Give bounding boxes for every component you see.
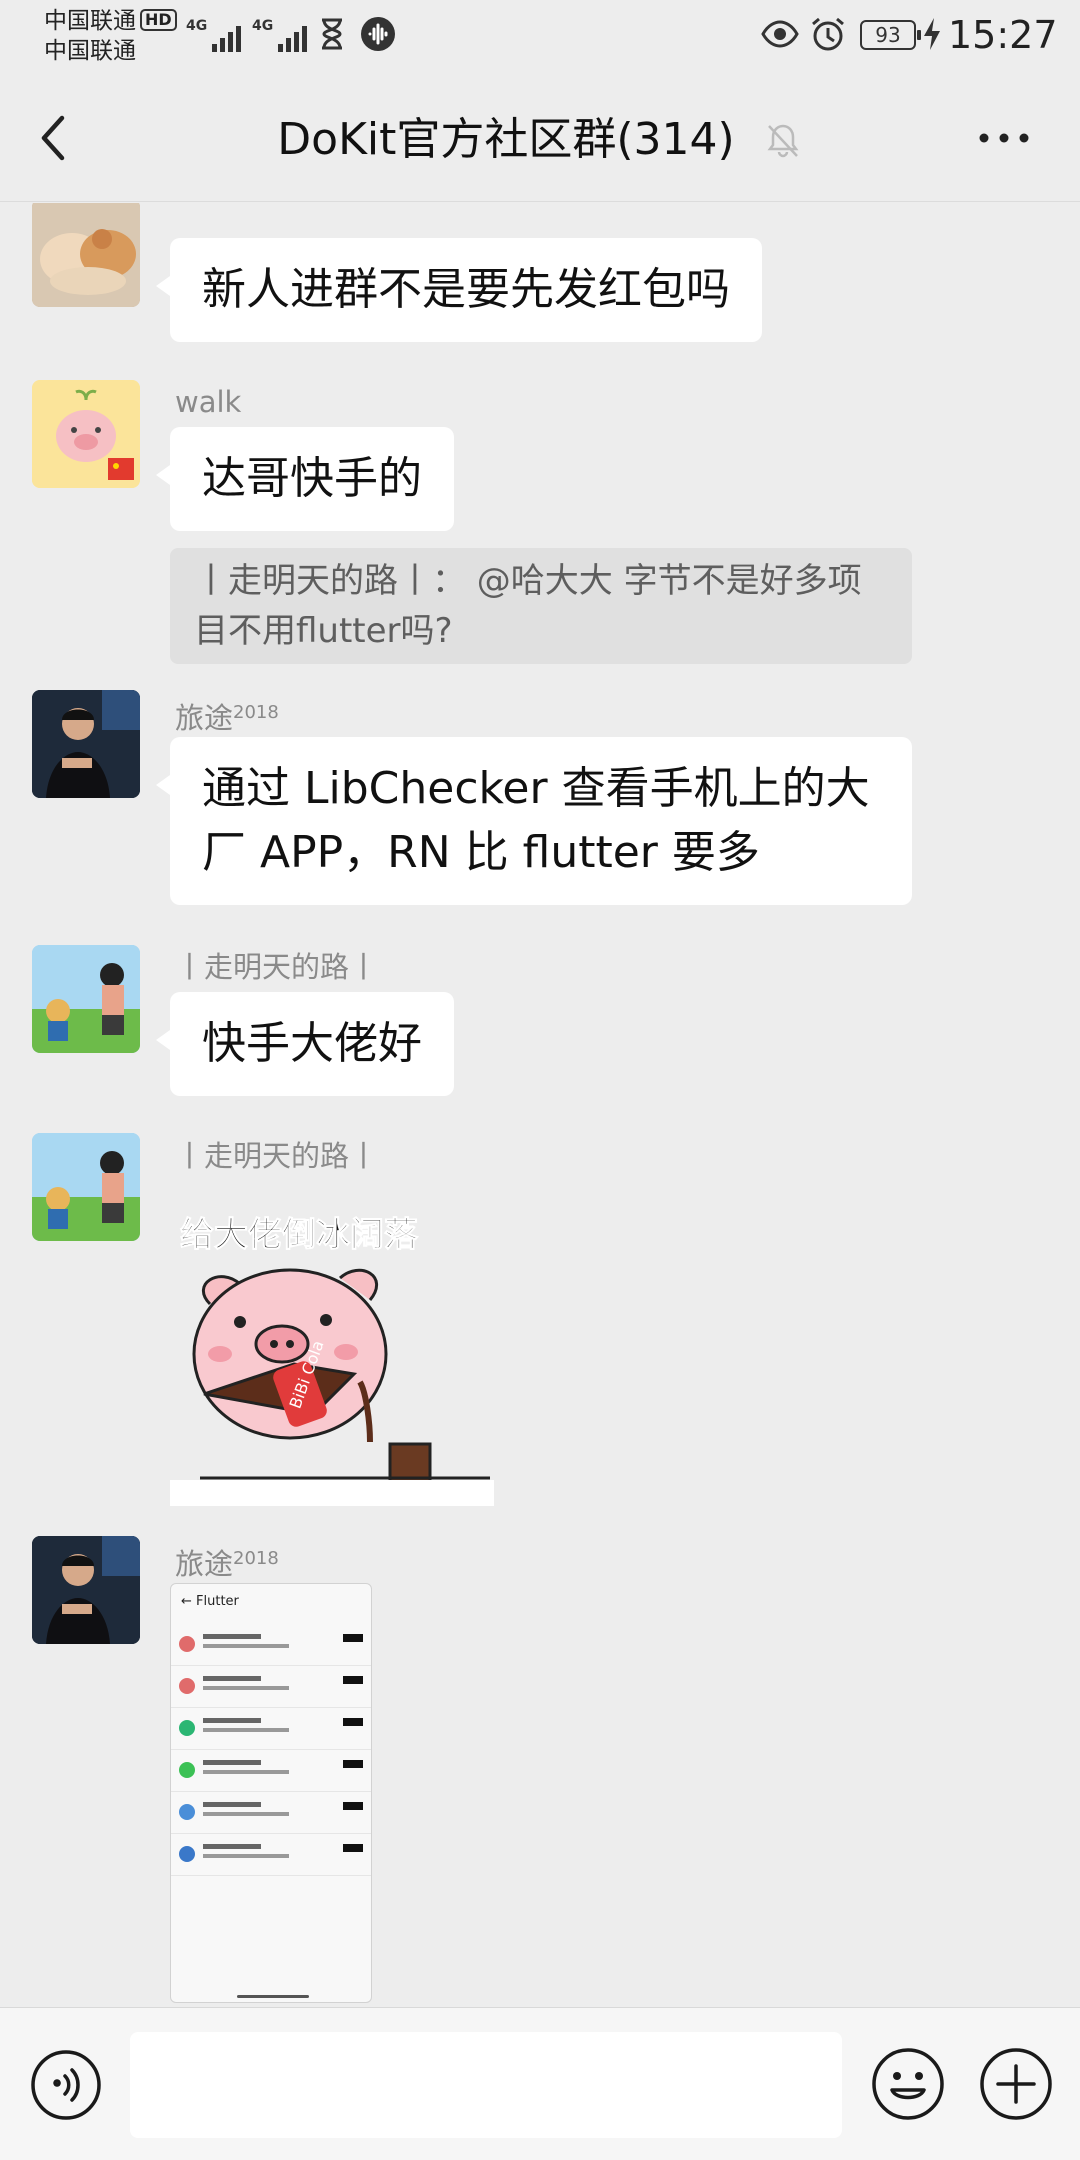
network-2-label: 4G: [252, 18, 274, 34]
signal-1-icon: 4G: [186, 18, 242, 52]
image-row: [171, 1624, 371, 1666]
sender-name-suffix: 2018: [233, 702, 279, 723]
quoted-message[interactable]: 丨走明天的路丨： @哈大大 字节不是好多项目不用flutter吗?: [170, 548, 912, 664]
eye-icon: [761, 20, 799, 48]
carrier-1: 中国联通: [44, 8, 136, 34]
sender-name: 丨走明天的路丨: [175, 1139, 379, 1173]
cartoon-avatar-image: [32, 945, 140, 1053]
avatar[interactable]: [32, 380, 140, 488]
status-bar: 中国联通 HD 中国联通 4G 4G 93 15:27: [0, 0, 1080, 74]
avatar[interactable]: [32, 203, 140, 307]
carrier-2: 中国联通: [44, 38, 136, 64]
sender-name: walk: [175, 385, 242, 419]
image-row: [171, 1708, 371, 1750]
chat-title-bar: DoKit官方社区群(314): [0, 106, 1080, 172]
dog-avatar-image: [32, 203, 140, 307]
carrier-info: 中国联通 HD 中国联通: [44, 6, 177, 66]
network-1-label: 4G: [186, 18, 208, 34]
pig-avatar-image: [32, 380, 140, 488]
sender-name-suffix: 2018: [233, 1548, 279, 1569]
chat-header: DoKit官方社区群(314): [0, 74, 1080, 202]
charging-icon: [924, 18, 940, 50]
chat-title: DoKit官方社区群(314): [277, 114, 735, 165]
message-bubble[interactable]: 达哥快手的: [156, 427, 454, 531]
image-home-indicator: [237, 1995, 309, 1998]
message-bubble[interactable]: 新人进群不是要先发红包吗: [156, 238, 762, 342]
sender-name: 丨走明天的路丨: [175, 950, 379, 984]
image-row: [171, 1834, 371, 1876]
emoji-icon[interactable]: [870, 2046, 946, 2122]
sender-name: 旅途2018: [175, 1541, 279, 1582]
sender-name-text: 旅途: [175, 1547, 234, 1581]
sender-name: 旅途2018: [175, 695, 279, 736]
sticker-message[interactable]: 给大佬倒冰阔落 BiBi Cola: [170, 1204, 494, 1506]
image-message[interactable]: ← Flutter: [170, 1583, 372, 2003]
message-list[interactable]: 新人进群不是要先发红包吗 walk 达哥快手的 丨走明天的路丨： @哈大大 字节…: [0, 203, 1080, 2007]
pig-cola-sticker: 给大佬倒冰阔落 BiBi Cola: [170, 1204, 494, 1506]
alarm-icon: [812, 17, 844, 51]
avatar[interactable]: [32, 1536, 140, 1644]
battery-indicator: 93: [860, 20, 921, 50]
plus-icon[interactable]: [978, 2046, 1054, 2122]
hourglass-icon: [322, 18, 342, 50]
image-title: ← Flutter: [181, 1594, 239, 1609]
avatar[interactable]: [32, 690, 140, 798]
sticker-caption: 给大佬倒冰阔落: [180, 1215, 419, 1255]
message-input[interactable]: [130, 2032, 842, 2138]
image-row: [171, 1750, 371, 1792]
cartoon-avatar-image: [32, 1133, 140, 1241]
image-row: [171, 1792, 371, 1834]
message-bubble[interactable]: 通过 LibChecker 查看手机上的大厂 APP，RN 比 flutter …: [156, 737, 912, 905]
sender-name-text: 旅途: [175, 701, 234, 735]
audio-icon: [361, 17, 395, 51]
signal-2-icon: 4G: [252, 18, 308, 52]
avatar[interactable]: [32, 1133, 140, 1241]
avatar[interactable]: [32, 945, 140, 1053]
more-icon[interactable]: [972, 112, 1036, 164]
man-avatar-image: [32, 690, 140, 798]
image-row: [171, 1666, 371, 1708]
man-avatar-image: [32, 1536, 140, 1644]
input-bar: [0, 2007, 1080, 2160]
bell-off-icon: [767, 124, 799, 158]
voice-icon[interactable]: [29, 2048, 103, 2122]
message-bubble[interactable]: 快手大佬好: [156, 992, 454, 1096]
hd-badge: HD: [140, 9, 177, 31]
clock: 15:27: [948, 13, 1058, 57]
